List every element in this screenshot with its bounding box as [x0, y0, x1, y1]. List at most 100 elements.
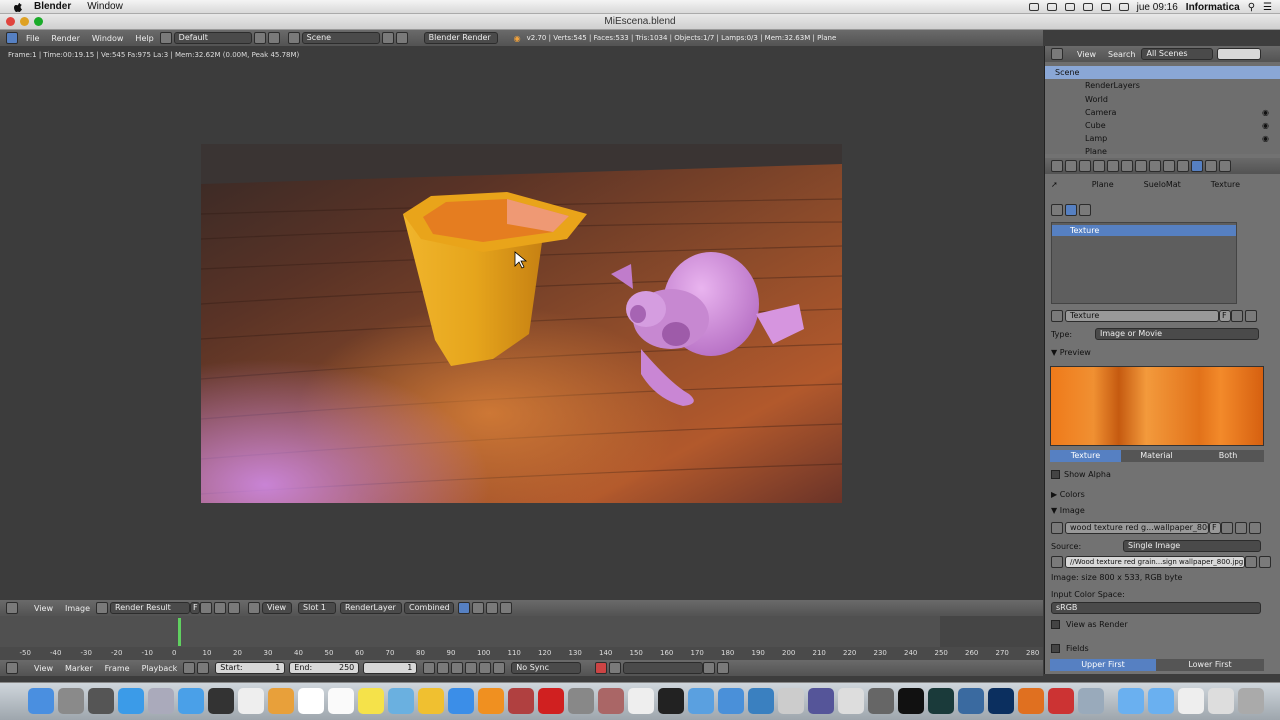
battery-icon[interactable]	[1118, 3, 1129, 11]
prev-key-icon[interactable]	[437, 662, 450, 674]
notifications-icon[interactable]: ☰	[1263, 2, 1272, 13]
paint-mode-icon[interactable]	[486, 602, 499, 614]
outliner-item-world[interactable]: World	[1045, 93, 1280, 106]
documents-stack-icon[interactable]	[1208, 688, 1234, 714]
end-frame-field[interactable]: End: 250	[289, 662, 360, 674]
photos-icon[interactable]	[388, 688, 414, 714]
breadcrumb-material[interactable]: SueloMat	[1144, 180, 1181, 189]
other-texture-icon[interactable]	[1079, 204, 1091, 216]
breadcrumb-plane[interactable]: Plane	[1092, 180, 1114, 189]
spotlight-icon[interactable]: ⚲	[1248, 2, 1255, 13]
close-window-button[interactable]	[6, 17, 15, 26]
new-image-icon[interactable]	[1221, 522, 1233, 534]
trash-icon[interactable]	[1238, 688, 1264, 714]
display-alpha-icon[interactable]	[472, 602, 485, 614]
render-tab-icon[interactable]	[1065, 160, 1077, 172]
scene-tab-icon[interactable]	[1093, 160, 1105, 172]
bluetooth-icon[interactable]	[1082, 3, 1093, 11]
pack-icon[interactable]	[1051, 556, 1063, 568]
applications-folder-icon[interactable]	[1118, 688, 1144, 714]
finder-icon[interactable]	[28, 688, 54, 714]
preview-icon[interactable]	[148, 688, 174, 714]
texture-slot-item[interactable]: Texture	[1052, 225, 1236, 236]
new-texture-icon[interactable]	[1231, 310, 1243, 322]
keying-set-field[interactable]	[623, 662, 704, 674]
search-input[interactable]	[1217, 48, 1262, 60]
chess-icon[interactable]	[628, 688, 654, 714]
preview-range-icon[interactable]	[183, 662, 196, 674]
textedit-icon[interactable]	[238, 688, 264, 714]
printer-icon[interactable]	[838, 688, 864, 714]
delete-key-icon[interactable]	[717, 662, 730, 674]
jump-start-icon[interactable]	[423, 662, 436, 674]
sketch-icon[interactable]	[418, 688, 444, 714]
photo-booth-icon[interactable]	[508, 688, 534, 714]
cards-icon[interactable]	[1078, 688, 1104, 714]
virtualbox-icon[interactable]	[958, 688, 984, 714]
texture-name-field[interactable]: Texture	[1065, 310, 1219, 322]
app-store-icon[interactable]	[118, 688, 144, 714]
current-frame-field[interactable]: 1	[363, 662, 418, 674]
reload-icon[interactable]	[1259, 556, 1271, 568]
eye-icon[interactable]: ◉	[1262, 134, 1269, 143]
menu-image[interactable]: Image	[65, 604, 90, 613]
preview-tab-texture[interactable]: Texture	[1050, 450, 1121, 462]
eye-icon[interactable]: ◉	[1262, 108, 1269, 117]
volume-icon[interactable]	[1100, 3, 1111, 11]
world-texture-icon[interactable]	[1051, 204, 1063, 216]
folder-icon[interactable]	[1245, 556, 1257, 568]
remove-scene-icon[interactable]	[395, 32, 408, 44]
insert-key-icon[interactable]	[703, 662, 716, 674]
image-name-field[interactable]: wood texture red g...wallpaper_800.jpg	[1065, 522, 1209, 534]
colors-panel-header[interactable]: ▶ Colors	[1051, 490, 1085, 499]
menu-marker[interactable]: Marker	[65, 664, 93, 673]
texture-tab-icon[interactable]	[1191, 160, 1203, 172]
view-as-render-checkbox[interactable]	[1051, 620, 1060, 629]
acrobat-icon[interactable]	[538, 688, 564, 714]
image-capture-icon[interactable]	[568, 688, 594, 714]
world-tab-icon[interactable]	[1107, 160, 1119, 172]
activity-monitor-icon[interactable]	[928, 688, 954, 714]
terminal-icon[interactable]	[658, 688, 684, 714]
steam-icon[interactable]	[898, 688, 924, 714]
menu-view[interactable]: View	[34, 664, 53, 673]
safari-icon[interactable]	[178, 688, 204, 714]
menu-window[interactable]: Window	[87, 1, 123, 12]
unlink-image-icon[interactable]	[1249, 522, 1261, 534]
open-image-icon[interactable]	[214, 602, 227, 614]
menu-frame[interactable]: Frame	[105, 664, 130, 673]
image-browse-icon[interactable]	[96, 602, 109, 614]
photos-library-icon[interactable]	[598, 688, 624, 714]
preview-tab-both[interactable]: Both	[1192, 450, 1264, 462]
play-reverse-icon[interactable]	[451, 662, 464, 674]
scanner-icon[interactable]	[748, 688, 774, 714]
fake-user-button[interactable]: F	[1219, 310, 1231, 322]
color-space-select[interactable]: sRGB	[1051, 602, 1261, 614]
texture-slot-list[interactable]: Texture	[1051, 222, 1237, 304]
ibooks-icon[interactable]	[268, 688, 294, 714]
lower-first-button[interactable]: Lower First	[1156, 659, 1264, 671]
menu-window[interactable]: Window	[92, 34, 124, 43]
menu-file[interactable]: File	[26, 34, 39, 43]
notes-icon[interactable]	[328, 688, 354, 714]
outliner-item-cube[interactable]: Cube ◉	[1045, 119, 1280, 132]
migration-icon[interactable]	[718, 688, 744, 714]
minimize-window-button[interactable]	[20, 17, 29, 26]
new-image-icon[interactable]	[200, 602, 213, 614]
stickies-icon[interactable]	[358, 688, 384, 714]
pin-icon[interactable]: ➚	[1051, 180, 1058, 189]
outliner-item-lamp[interactable]: Lamp ◉	[1045, 132, 1280, 145]
image-name-field[interactable]: Render Result	[110, 602, 191, 614]
menu-view[interactable]: View	[34, 604, 53, 613]
scene-field[interactable]: Scene	[301, 32, 380, 44]
modifiers-tab-icon[interactable]	[1149, 160, 1161, 172]
material-texture-icon[interactable]	[1065, 204, 1077, 216]
pin-icon[interactable]	[500, 602, 513, 614]
constraints-tab-icon[interactable]	[1135, 160, 1147, 172]
mission-control-icon[interactable]	[88, 688, 114, 714]
add-scene-icon[interactable]	[381, 32, 394, 44]
clock[interactable]: jue 09:16	[1137, 2, 1178, 13]
keying-set-icon[interactable]	[609, 662, 622, 674]
calendar-icon[interactable]	[298, 688, 324, 714]
next-key-icon[interactable]	[479, 662, 492, 674]
